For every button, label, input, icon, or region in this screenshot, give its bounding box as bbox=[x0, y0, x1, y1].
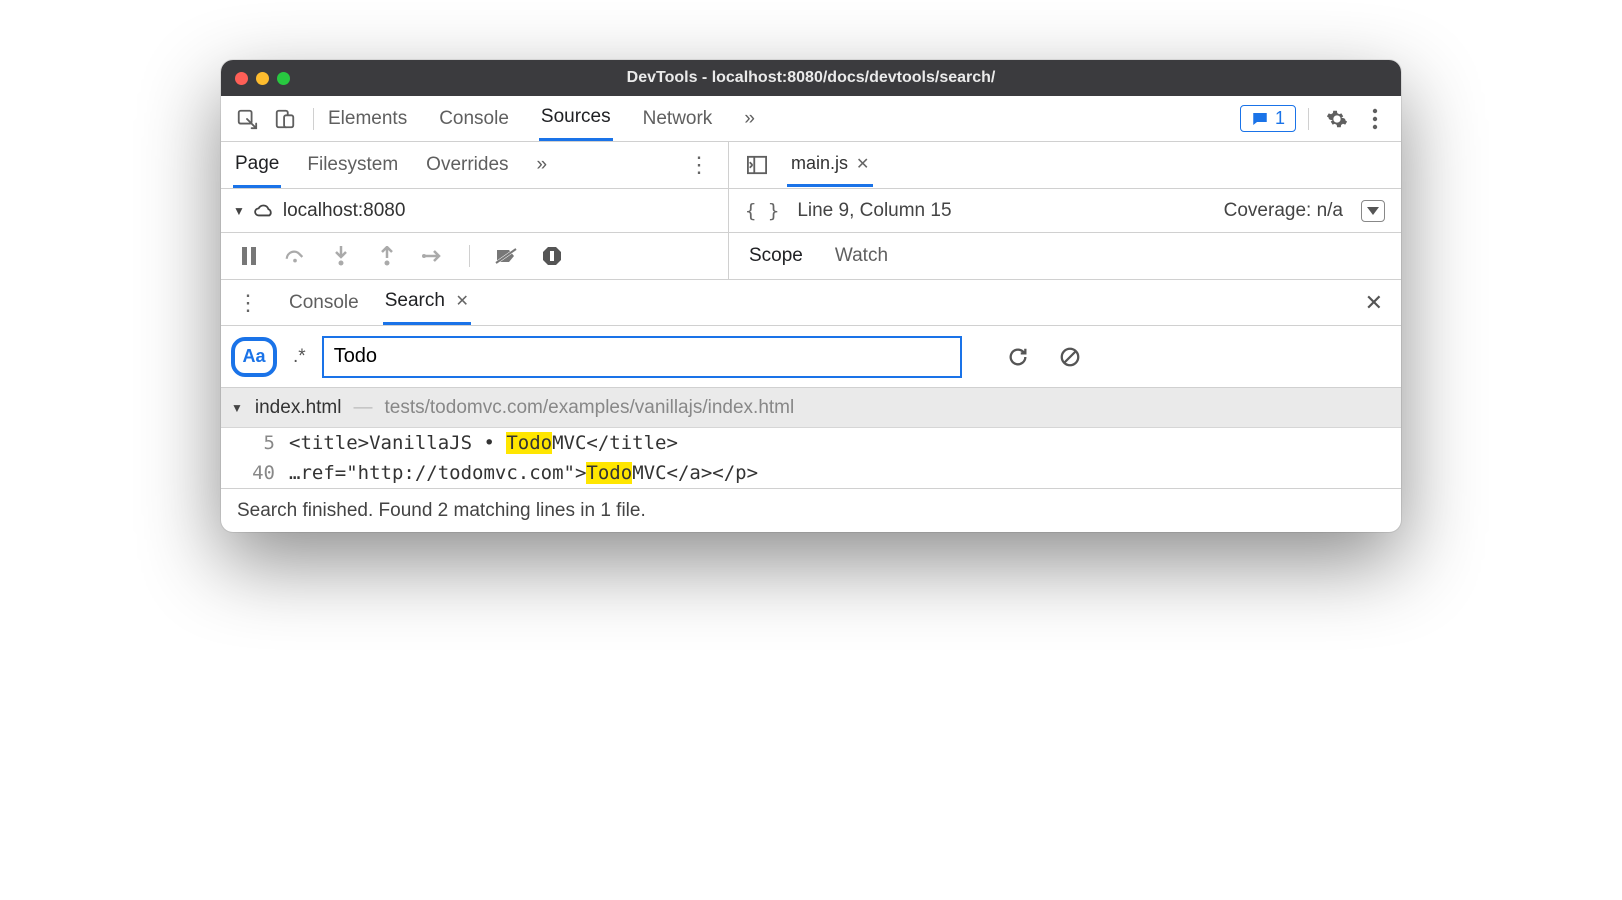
drawer-tab-search[interactable]: Search ✕ bbox=[383, 280, 471, 325]
device-toolbar-icon[interactable] bbox=[269, 103, 301, 135]
file-tab-label: main.js bbox=[791, 153, 848, 174]
pause-exceptions-icon[interactable] bbox=[536, 240, 568, 272]
window-title: DevTools - localhost:8080/docs/devtools/… bbox=[221, 69, 1401, 87]
drawer-menu-icon[interactable]: ⋮ bbox=[231, 290, 265, 316]
step-over-icon[interactable] bbox=[279, 240, 311, 272]
tree-expand-icon[interactable]: ▼ bbox=[231, 401, 243, 415]
debugger-row: Scope Watch bbox=[221, 233, 1401, 280]
divider bbox=[469, 245, 470, 267]
line-content: <title>VanillaJS • TodoMVC</title> bbox=[289, 432, 678, 454]
debugger-toolbar bbox=[221, 233, 729, 279]
refresh-icon[interactable] bbox=[1002, 341, 1034, 373]
messages-count: 1 bbox=[1275, 108, 1285, 129]
editor-statusbar: { } Line 9, Column 15 Coverage: n/a bbox=[729, 189, 1401, 233]
close-drawer-icon[interactable]: ✕ bbox=[1357, 290, 1391, 316]
result-file-path: tests/todomvc.com/examples/vanillajs/ind… bbox=[385, 397, 795, 419]
kebab-menu-icon[interactable] bbox=[1359, 103, 1391, 135]
line-content: …ref="http://todomvc.com">TodoMVC</a></p… bbox=[289, 462, 758, 484]
regex-toggle[interactable]: .* bbox=[287, 346, 312, 368]
file-tab-mainjs[interactable]: main.js ✕ bbox=[787, 143, 873, 187]
editor-tabbar: main.js ✕ bbox=[729, 142, 1401, 188]
divider bbox=[313, 108, 314, 130]
tree-host-label: localhost:8080 bbox=[283, 200, 406, 222]
debugger-sidebar-tabs: Scope Watch bbox=[729, 233, 1401, 279]
clear-icon[interactable] bbox=[1054, 341, 1086, 373]
result-line[interactable]: 40 …ref="http://todomvc.com">TodoMVC</a>… bbox=[221, 458, 1401, 488]
panel-tabs: Elements Console Sources Network » bbox=[326, 96, 757, 141]
format-icon[interactable]: { } bbox=[745, 200, 779, 222]
tab-more[interactable]: » bbox=[742, 98, 757, 140]
tab-console[interactable]: Console bbox=[437, 98, 511, 140]
case-sensitive-toggle[interactable]: Aa bbox=[231, 337, 277, 377]
step-into-icon[interactable] bbox=[325, 240, 357, 272]
minimize-window-button[interactable] bbox=[256, 72, 269, 85]
close-tab-icon[interactable]: ✕ bbox=[856, 154, 869, 174]
tree-expand-icon[interactable]: ▼ bbox=[233, 204, 245, 218]
drawer-tab-console[interactable]: Console bbox=[287, 282, 361, 324]
subtab-filesystem[interactable]: Filesystem bbox=[305, 144, 400, 186]
settings-icon[interactable] bbox=[1321, 103, 1353, 135]
divider bbox=[1308, 108, 1309, 130]
tab-network[interactable]: Network bbox=[641, 98, 715, 140]
line-number: 5 bbox=[245, 432, 275, 454]
traffic-lights bbox=[235, 72, 290, 85]
main-toolbar: Elements Console Sources Network » 1 bbox=[221, 96, 1401, 142]
sources-body-row: ▼ localhost:8080 { } Line 9, Column 15 C… bbox=[221, 189, 1401, 233]
messages-badge[interactable]: 1 bbox=[1240, 105, 1296, 132]
line-number: 40 bbox=[245, 462, 275, 484]
file-tree[interactable]: ▼ localhost:8080 bbox=[221, 189, 728, 233]
toggle-navigator-icon[interactable] bbox=[741, 149, 773, 181]
tab-elements[interactable]: Elements bbox=[326, 98, 409, 140]
coverage-label: Coverage: n/a bbox=[1224, 200, 1343, 222]
maximize-window-button[interactable] bbox=[277, 72, 290, 85]
search-bar: Aa .* bbox=[221, 326, 1401, 388]
navigator-tabs: Page Filesystem Overrides » ⋮ bbox=[221, 142, 728, 188]
cloud-icon bbox=[253, 203, 275, 219]
step-out-icon[interactable] bbox=[371, 240, 403, 272]
result-file-header[interactable]: ▼ index.html — tests/todomvc.com/example… bbox=[221, 388, 1401, 428]
titlebar: DevTools - localhost:8080/docs/devtools/… bbox=[221, 60, 1401, 96]
dropdown-icon[interactable] bbox=[1361, 200, 1385, 222]
sources-header-row: Page Filesystem Overrides » ⋮ main.js ✕ bbox=[221, 142, 1401, 189]
subtab-more[interactable]: » bbox=[535, 144, 550, 186]
devtools-window: DevTools - localhost:8080/docs/devtools/… bbox=[221, 60, 1401, 532]
cursor-position: Line 9, Column 15 bbox=[797, 200, 951, 222]
case-sensitive-label: Aa bbox=[242, 346, 265, 367]
result-file-name: index.html bbox=[255, 397, 342, 419]
step-icon[interactable] bbox=[417, 240, 449, 272]
drawer-tab-search-label: Search bbox=[385, 290, 445, 311]
tab-sources[interactable]: Sources bbox=[539, 96, 613, 141]
search-input[interactable] bbox=[322, 336, 962, 378]
subtab-overrides[interactable]: Overrides bbox=[424, 144, 510, 186]
deactivate-breakpoints-icon[interactable] bbox=[490, 240, 522, 272]
search-results: ▼ index.html — tests/todomvc.com/example… bbox=[221, 388, 1401, 488]
inspect-element-icon[interactable] bbox=[231, 103, 263, 135]
pause-icon[interactable] bbox=[233, 240, 265, 272]
drawer-tabs: ⋮ Console Search ✕ ✕ bbox=[221, 280, 1401, 326]
subtab-page[interactable]: Page bbox=[233, 143, 281, 188]
subtab-watch[interactable]: Watch bbox=[833, 235, 890, 277]
navigator-menu-icon[interactable]: ⋮ bbox=[682, 152, 716, 178]
close-window-button[interactable] bbox=[235, 72, 248, 85]
subtab-scope[interactable]: Scope bbox=[747, 235, 805, 277]
close-search-tab-icon[interactable]: ✕ bbox=[455, 293, 468, 310]
result-line[interactable]: 5 <title>VanillaJS • TodoMVC</title> bbox=[221, 428, 1401, 458]
search-status: Search finished. Found 2 matching lines … bbox=[221, 488, 1401, 532]
